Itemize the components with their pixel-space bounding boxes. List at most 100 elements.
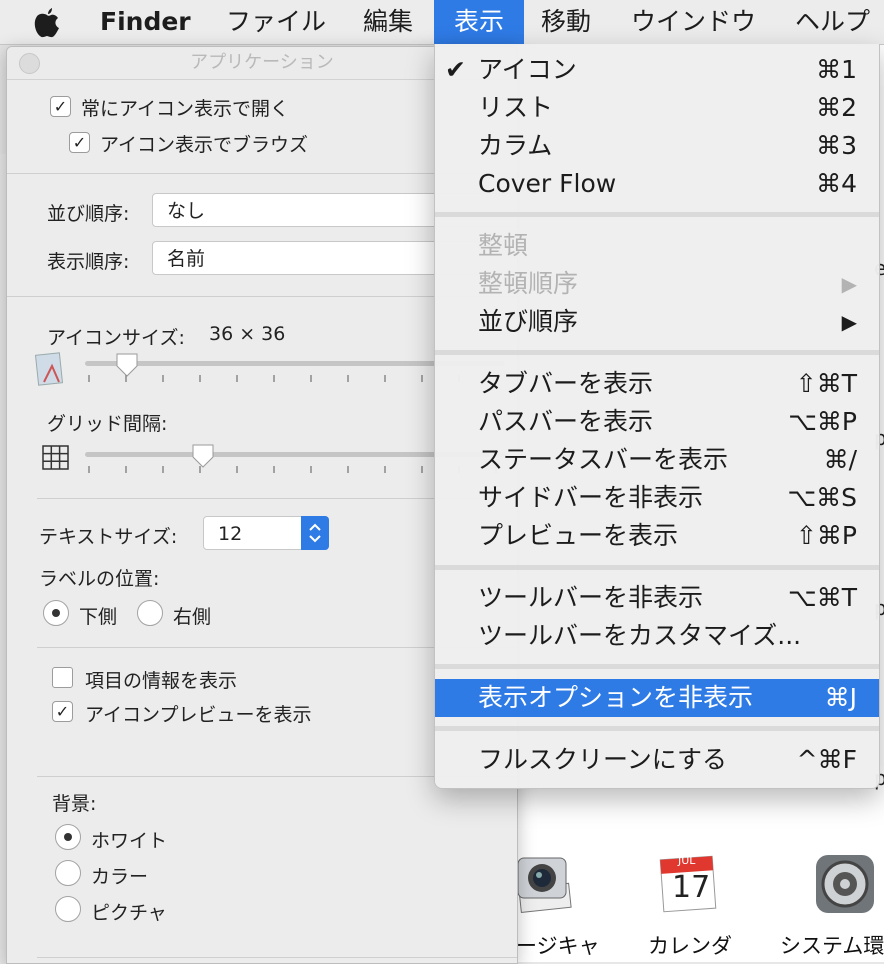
app-label: カレンダ (648, 934, 732, 958)
menu-item-label: パスバーを表示 (478, 407, 654, 436)
checkmark-icon: ✔ (445, 55, 466, 84)
menu-item-label: アイコン (478, 55, 577, 84)
text-size-label: テキストサイズ: (39, 526, 178, 548)
submenu-arrow-icon: ▶ (841, 310, 857, 334)
calendar-icon[interactable]: JUL 17 (658, 852, 720, 914)
label-bottom-radio[interactable] (43, 600, 69, 626)
background-label: 背景: (52, 793, 97, 815)
menu-item-shortcut: ⇧⌘P (795, 521, 857, 550)
icon-size-value: 36 × 36 (209, 323, 286, 345)
text-size-popup[interactable]: 12 (203, 516, 329, 550)
menu-view[interactable]: 表示 (434, 0, 524, 44)
menu-item-customize-toolbar[interactable]: ツールバーをカスタマイズ... (435, 617, 879, 655)
menu-help[interactable]: ヘルプ (795, 0, 870, 44)
menu-item-label: 整頓 (478, 231, 529, 260)
icon-size-label: アイコンサイズ: (47, 327, 185, 349)
menu-item-icon-view[interactable]: ✔ アイコン ⌘1 (435, 51, 879, 89)
menu-item-show-path-bar[interactable]: パスバーを表示 ⌥⌘P (435, 403, 879, 441)
menu-item-cover-flow[interactable]: Cover Flow ⌘4 (435, 165, 879, 203)
text-size-value: 12 (218, 523, 243, 545)
browse-icon-label: アイコン表示でブラウズ (100, 134, 309, 156)
show-icon-preview-label: アイコンプレビューを表示 (85, 704, 312, 726)
menu-item-label: プレビューを表示 (478, 521, 679, 550)
view-dropdown-menu: ✔ アイコン ⌘1 リスト ⌘2 カラム ⌘3 Cover Flow ⌘4 整頓… (434, 44, 880, 789)
small-icon-preview-icon (34, 352, 67, 386)
menu-item-clean-up-by: 整頓順序 ▶ (435, 265, 879, 303)
menu-item-hide-sidebar[interactable]: サイドバーを非表示 ⌥⌘S (435, 479, 879, 517)
apple-icon[interactable] (30, 0, 66, 44)
calendar-day: 17 (672, 870, 711, 905)
menu-edit[interactable]: 編集 (363, 0, 413, 44)
image-capture-icon[interactable] (514, 852, 572, 914)
menu-item-shortcut: ⌥⌘P (788, 407, 857, 436)
grid-icon (42, 445, 70, 471)
menu-item-enter-full-screen[interactable]: フルスクリーンにする ^⌘F (435, 741, 879, 779)
show-item-info-checkbox[interactable] (52, 667, 73, 688)
label-right-radio[interactable] (137, 600, 163, 626)
label-position-label: ラベルの位置: (39, 568, 160, 590)
menu-separator (435, 212, 879, 217)
menu-separator (435, 726, 879, 731)
menu-file[interactable]: ファイル (226, 0, 326, 44)
menu-separator (435, 565, 879, 570)
browse-icon-checkbox[interactable]: ✓ (69, 132, 90, 153)
grid-spacing-label: グリッド間隔: (47, 413, 168, 435)
menu-item-label: ステータスバーを表示 (478, 445, 729, 474)
menu-item-list-view[interactable]: リスト ⌘2 (435, 89, 879, 127)
menu-item-label: 並び順序 (478, 307, 579, 336)
label-right-text: 右側 (173, 606, 212, 628)
bg-color-text: カラー (91, 866, 149, 888)
menu-finder[interactable]: Finder (100, 0, 191, 44)
menu-item-column-view[interactable]: カラム ⌘3 (435, 127, 879, 165)
menu-window[interactable]: ウインドウ (631, 0, 756, 44)
menu-item-show-preview[interactable]: プレビューを表示 ⇧⌘P (435, 517, 879, 555)
show-icon-preview-checkbox[interactable]: ✓ (52, 701, 73, 722)
bg-white-text: ホワイト (91, 830, 168, 852)
menu-bar: Finder ファイル 編集 表示 移動 ウインドウ ヘルプ (0, 0, 884, 45)
stepper-arrows-icon[interactable] (301, 516, 329, 550)
bg-picture-text: ピクチャ (91, 902, 167, 924)
bg-white-radio[interactable] (55, 824, 81, 850)
menu-item-label: Cover Flow (478, 169, 617, 198)
menu-item-label: 整頓順序 (478, 269, 579, 298)
menu-item-shortcut: ⌘4 (816, 169, 857, 198)
menu-item-shortcut: ⌥⌘S (787, 483, 857, 512)
close-button[interactable] (19, 53, 40, 74)
menu-item-hide-toolbar[interactable]: ツールバーを非表示 ⌥⌘T (435, 579, 879, 617)
menu-item-shortcut: ⌘1 (816, 55, 857, 84)
menu-item-shortcut: ^⌘F (796, 745, 857, 774)
bg-picture-radio[interactable] (55, 896, 81, 922)
menu-item-label: フルスクリーンにする (478, 745, 728, 774)
menu-item-show-tab-bar[interactable]: タブバーを表示 ⇧⌘T (435, 365, 879, 403)
menu-item-sort-by[interactable]: 並び順序 ▶ (435, 303, 879, 341)
label-bottom-text: 下側 (79, 606, 118, 628)
arrange-label: 表示順序: (47, 251, 130, 273)
menu-item-label: リスト (478, 93, 554, 122)
menu-item-shortcut: ⌘2 (816, 93, 857, 122)
calendar-month: JUL (678, 854, 696, 867)
menu-item-clean-up: 整頓 (435, 227, 879, 265)
menu-item-label: ツールバーを非表示 (478, 583, 704, 612)
divider (37, 957, 517, 958)
menu-separator (435, 350, 879, 355)
submenu-arrow-icon: ▶ (841, 272, 857, 296)
menu-item-shortcut: ⌥⌘T (787, 583, 857, 612)
menu-item-label: サイドバーを非表示 (478, 483, 704, 512)
menu-item-shortcut: ⌘/ (823, 445, 857, 474)
menu-item-shortcut: ⌘3 (816, 131, 857, 160)
always-open-icon-checkbox[interactable]: ✓ (50, 96, 71, 117)
menu-item-shortcut: ⇧⌘T (795, 369, 857, 398)
system-preferences-icon[interactable] (813, 852, 877, 916)
menu-item-hide-view-options[interactable]: 表示オプションを非表示 ⌘J (435, 679, 879, 717)
menu-go[interactable]: 移動 (541, 0, 591, 44)
menu-item-label: タブバーを表示 (478, 369, 654, 398)
menu-item-shortcut: ⌘J (824, 683, 857, 712)
menu-item-label: 表示オプションを非表示 (478, 683, 754, 712)
sort-label: 並び順序: (47, 203, 130, 225)
menu-item-show-status-bar[interactable]: ステータスバーを表示 ⌘/ (435, 441, 879, 479)
always-open-icon-label: 常にアイコン表示で開く (81, 98, 290, 120)
bg-color-radio[interactable] (55, 860, 81, 886)
menu-item-label: ツールバーをカスタマイズ... (478, 621, 802, 650)
show-item-info-label: 項目の情報を表示 (85, 670, 238, 692)
app-label: システム環 (780, 934, 884, 958)
